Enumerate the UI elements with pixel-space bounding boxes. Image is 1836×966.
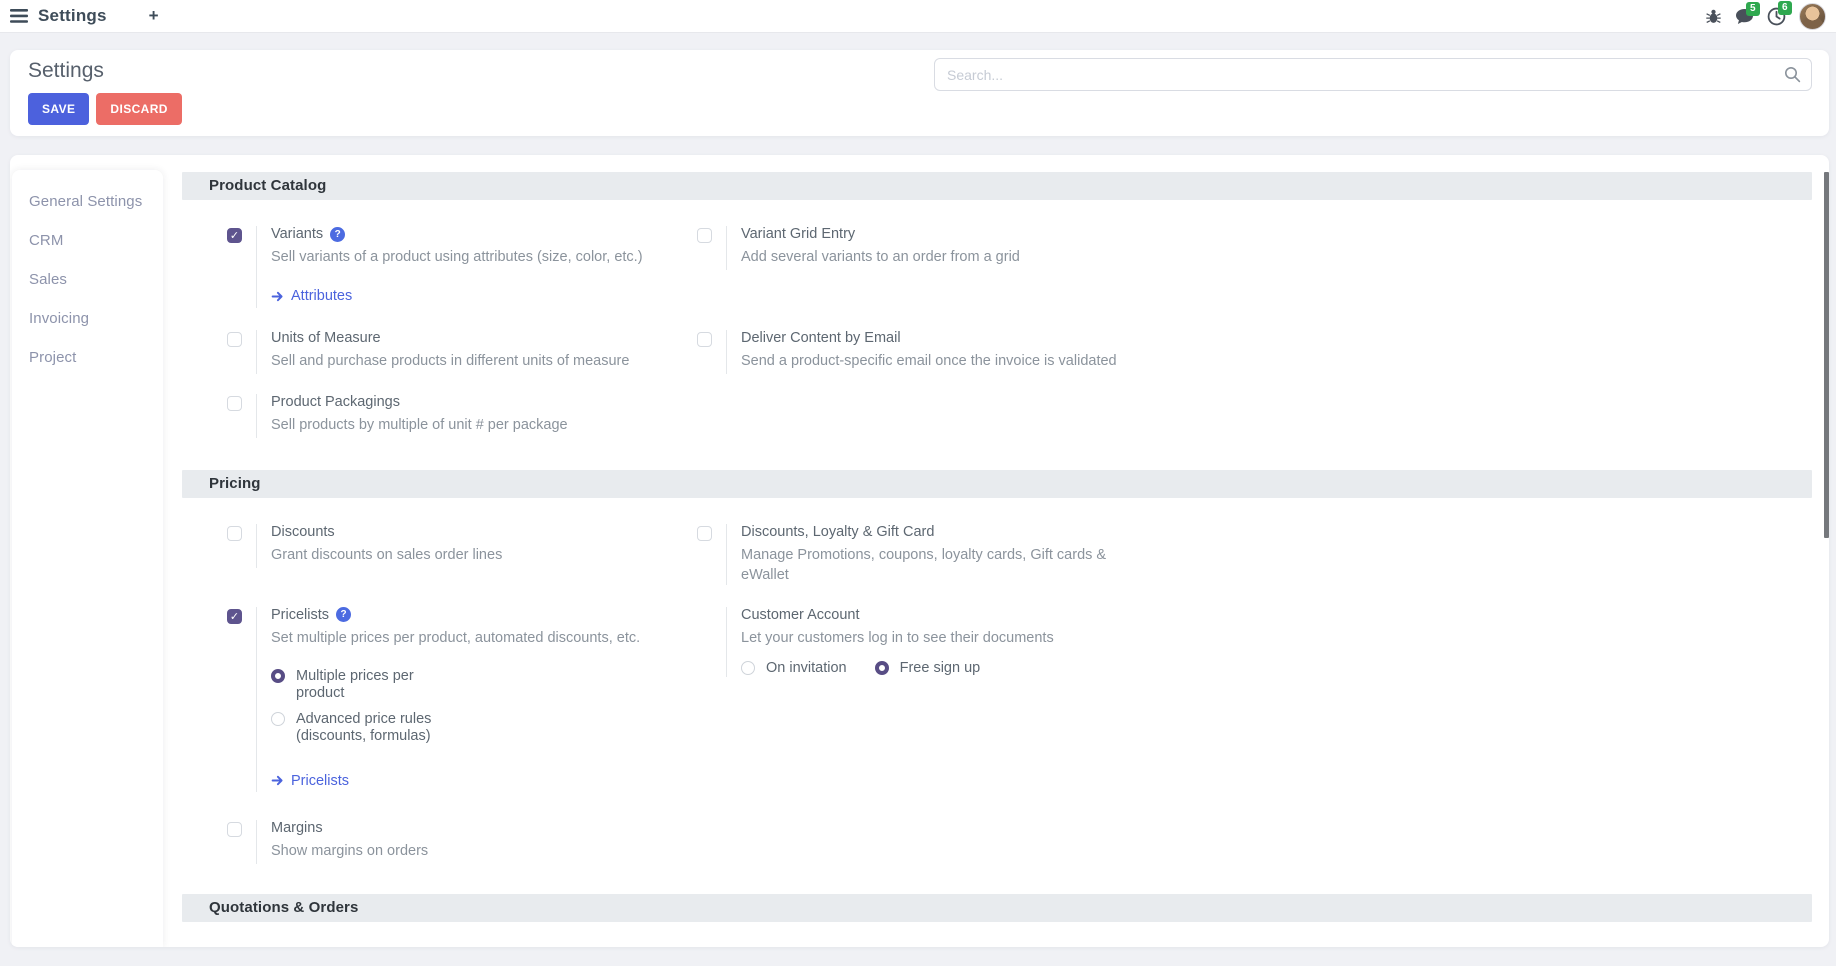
- setting-pricelists: ✓ Pricelists ? Set multiple prices per p…: [227, 607, 697, 793]
- section-header-product-catalog: Product Catalog: [182, 172, 1812, 200]
- page-title: Settings: [28, 59, 104, 83]
- setting-customer-account: Customer Account Let your customers log …: [697, 607, 1812, 793]
- setting-product-packagings: ✓ Product Packagings Sell products by mu…: [227, 394, 697, 438]
- sidebar-item-sales[interactable]: Sales: [12, 260, 163, 299]
- save-button[interactable]: SAVE: [28, 93, 89, 125]
- hamburger-menu-icon[interactable]: [10, 9, 28, 23]
- variant-grid-entry-checkbox[interactable]: ✓: [697, 228, 712, 243]
- settings-sidebar: General Settings CRM Sales Invoicing Pro…: [12, 170, 163, 947]
- discounts-label: Discounts: [271, 524, 335, 540]
- setting-loyalty-gift-card: ✓ Discounts, Loyalty & Gift Card Manage …: [697, 524, 1812, 585]
- debug-bug-icon[interactable]: [1705, 8, 1722, 25]
- radio-on-invitation[interactable]: On invitation: [741, 660, 847, 677]
- sidebar-item-invoicing[interactable]: Invoicing: [12, 299, 163, 338]
- pricelists-description: Set multiple prices per product, automat…: [271, 628, 640, 648]
- loyalty-label: Discounts, Loyalty & Gift Card: [741, 524, 934, 540]
- top-navbar: Settings + 5 6: [0, 0, 1836, 33]
- discounts-checkbox[interactable]: ✓: [227, 526, 242, 541]
- sidebar-item-project[interactable]: Project: [12, 338, 163, 377]
- customer-account-radio-group: On invitation Free sign up: [741, 660, 1054, 677]
- units-of-measure-description: Sell and purchase products in different …: [271, 351, 629, 371]
- product-packagings-description: Sell products by multiple of unit # per …: [271, 415, 568, 435]
- pricelists-link[interactable]: Pricelists: [271, 773, 349, 789]
- deliver-content-description: Send a product-specific email once the i…: [741, 351, 1117, 371]
- loyalty-checkbox[interactable]: ✓: [697, 526, 712, 541]
- arrow-right-icon: [271, 290, 284, 303]
- margins-description: Show margins on orders: [271, 841, 428, 861]
- settings-content: Product Catalog ✓ Variants ? Sell varian…: [182, 172, 1812, 947]
- variant-grid-entry-description: Add several variants to an order from a …: [741, 247, 1020, 267]
- variants-checkbox[interactable]: ✓: [227, 228, 242, 243]
- margins-checkbox[interactable]: ✓: [227, 822, 242, 837]
- product-packagings-checkbox[interactable]: ✓: [227, 396, 242, 411]
- discard-button[interactable]: DISCARD: [96, 93, 181, 125]
- pricelists-radio-group: Multiple prices per product Advanced pri…: [271, 668, 640, 745]
- loyalty-description: Manage Promotions, coupons, loyalty card…: [741, 545, 1141, 585]
- arrow-right-icon: [271, 774, 284, 787]
- units-of-measure-label: Units of Measure: [271, 330, 381, 346]
- search-icon[interactable]: [1784, 66, 1801, 88]
- setting-units-of-measure: ✓ Units of Measure Sell and purchase pro…: [227, 330, 697, 374]
- setting-margins: ✓ Margins Show margins on orders: [227, 820, 697, 864]
- pricelists-checkbox[interactable]: ✓: [227, 609, 242, 624]
- radio-icon[interactable]: [271, 712, 285, 726]
- settings-main-card: General Settings CRM Sales Invoicing Pro…: [10, 155, 1829, 947]
- variant-grid-entry-label: Variant Grid Entry: [741, 226, 855, 242]
- customer-account-description: Let your customers log in to see their d…: [741, 628, 1054, 648]
- messages-icon[interactable]: 5: [1735, 8, 1754, 25]
- variants-description: Sell variants of a product using attribu…: [271, 247, 643, 267]
- pricelists-label: Pricelists: [271, 607, 329, 623]
- deliver-content-checkbox[interactable]: ✓: [697, 332, 712, 347]
- user-avatar[interactable]: [1799, 3, 1826, 30]
- setting-variants: ✓ Variants ? Sell variants of a product …: [227, 226, 697, 308]
- radio-multiple-prices[interactable]: Multiple prices per product: [271, 668, 640, 702]
- search-input[interactable]: [934, 58, 1812, 91]
- margins-label: Margins: [271, 820, 323, 836]
- setting-deliver-content-by-email: ✓ Deliver Content by Email Send a produc…: [697, 330, 1812, 374]
- activities-count-badge: 6: [1778, 1, 1792, 15]
- product-packagings-label: Product Packagings: [271, 394, 400, 410]
- sidebar-item-general-settings[interactable]: General Settings: [12, 182, 163, 221]
- radio-icon[interactable]: [271, 669, 285, 683]
- setting-variant-grid-entry: ✓ Variant Grid Entry Add several variant…: [697, 226, 1812, 308]
- deliver-content-label: Deliver Content by Email: [741, 330, 901, 346]
- radio-icon[interactable]: [741, 661, 755, 675]
- section-header-quotations-orders: Quotations & Orders: [182, 894, 1812, 922]
- units-of-measure-checkbox[interactable]: ✓: [227, 332, 242, 347]
- attributes-link[interactable]: Attributes: [271, 288, 352, 304]
- app-title: Settings: [38, 6, 107, 26]
- section-header-pricing: Pricing: [182, 470, 1812, 498]
- action-buttons: SAVE DISCARD: [28, 93, 182, 125]
- variants-label: Variants: [271, 226, 323, 242]
- messages-count-badge: 5: [1746, 2, 1760, 16]
- add-tab-button[interactable]: +: [149, 6, 159, 26]
- search-bar: [934, 58, 1812, 91]
- radio-advanced-price-rules[interactable]: Advanced price rules (discounts, formula…: [271, 711, 640, 745]
- radio-free-sign-up[interactable]: Free sign up: [875, 660, 981, 677]
- content-scrollbar[interactable]: [1824, 172, 1829, 538]
- settings-header-card: Settings SAVE DISCARD: [10, 50, 1829, 136]
- help-icon[interactable]: ?: [336, 607, 351, 622]
- customer-account-label: Customer Account: [741, 607, 859, 623]
- help-icon[interactable]: ?: [330, 227, 345, 242]
- radio-icon[interactable]: [875, 661, 889, 675]
- setting-discounts: ✓ Discounts Grant discounts on sales ord…: [227, 524, 697, 585]
- discounts-description: Grant discounts on sales order lines: [271, 545, 502, 565]
- sidebar-item-crm[interactable]: CRM: [12, 221, 163, 260]
- activities-clock-icon[interactable]: 6: [1767, 7, 1786, 26]
